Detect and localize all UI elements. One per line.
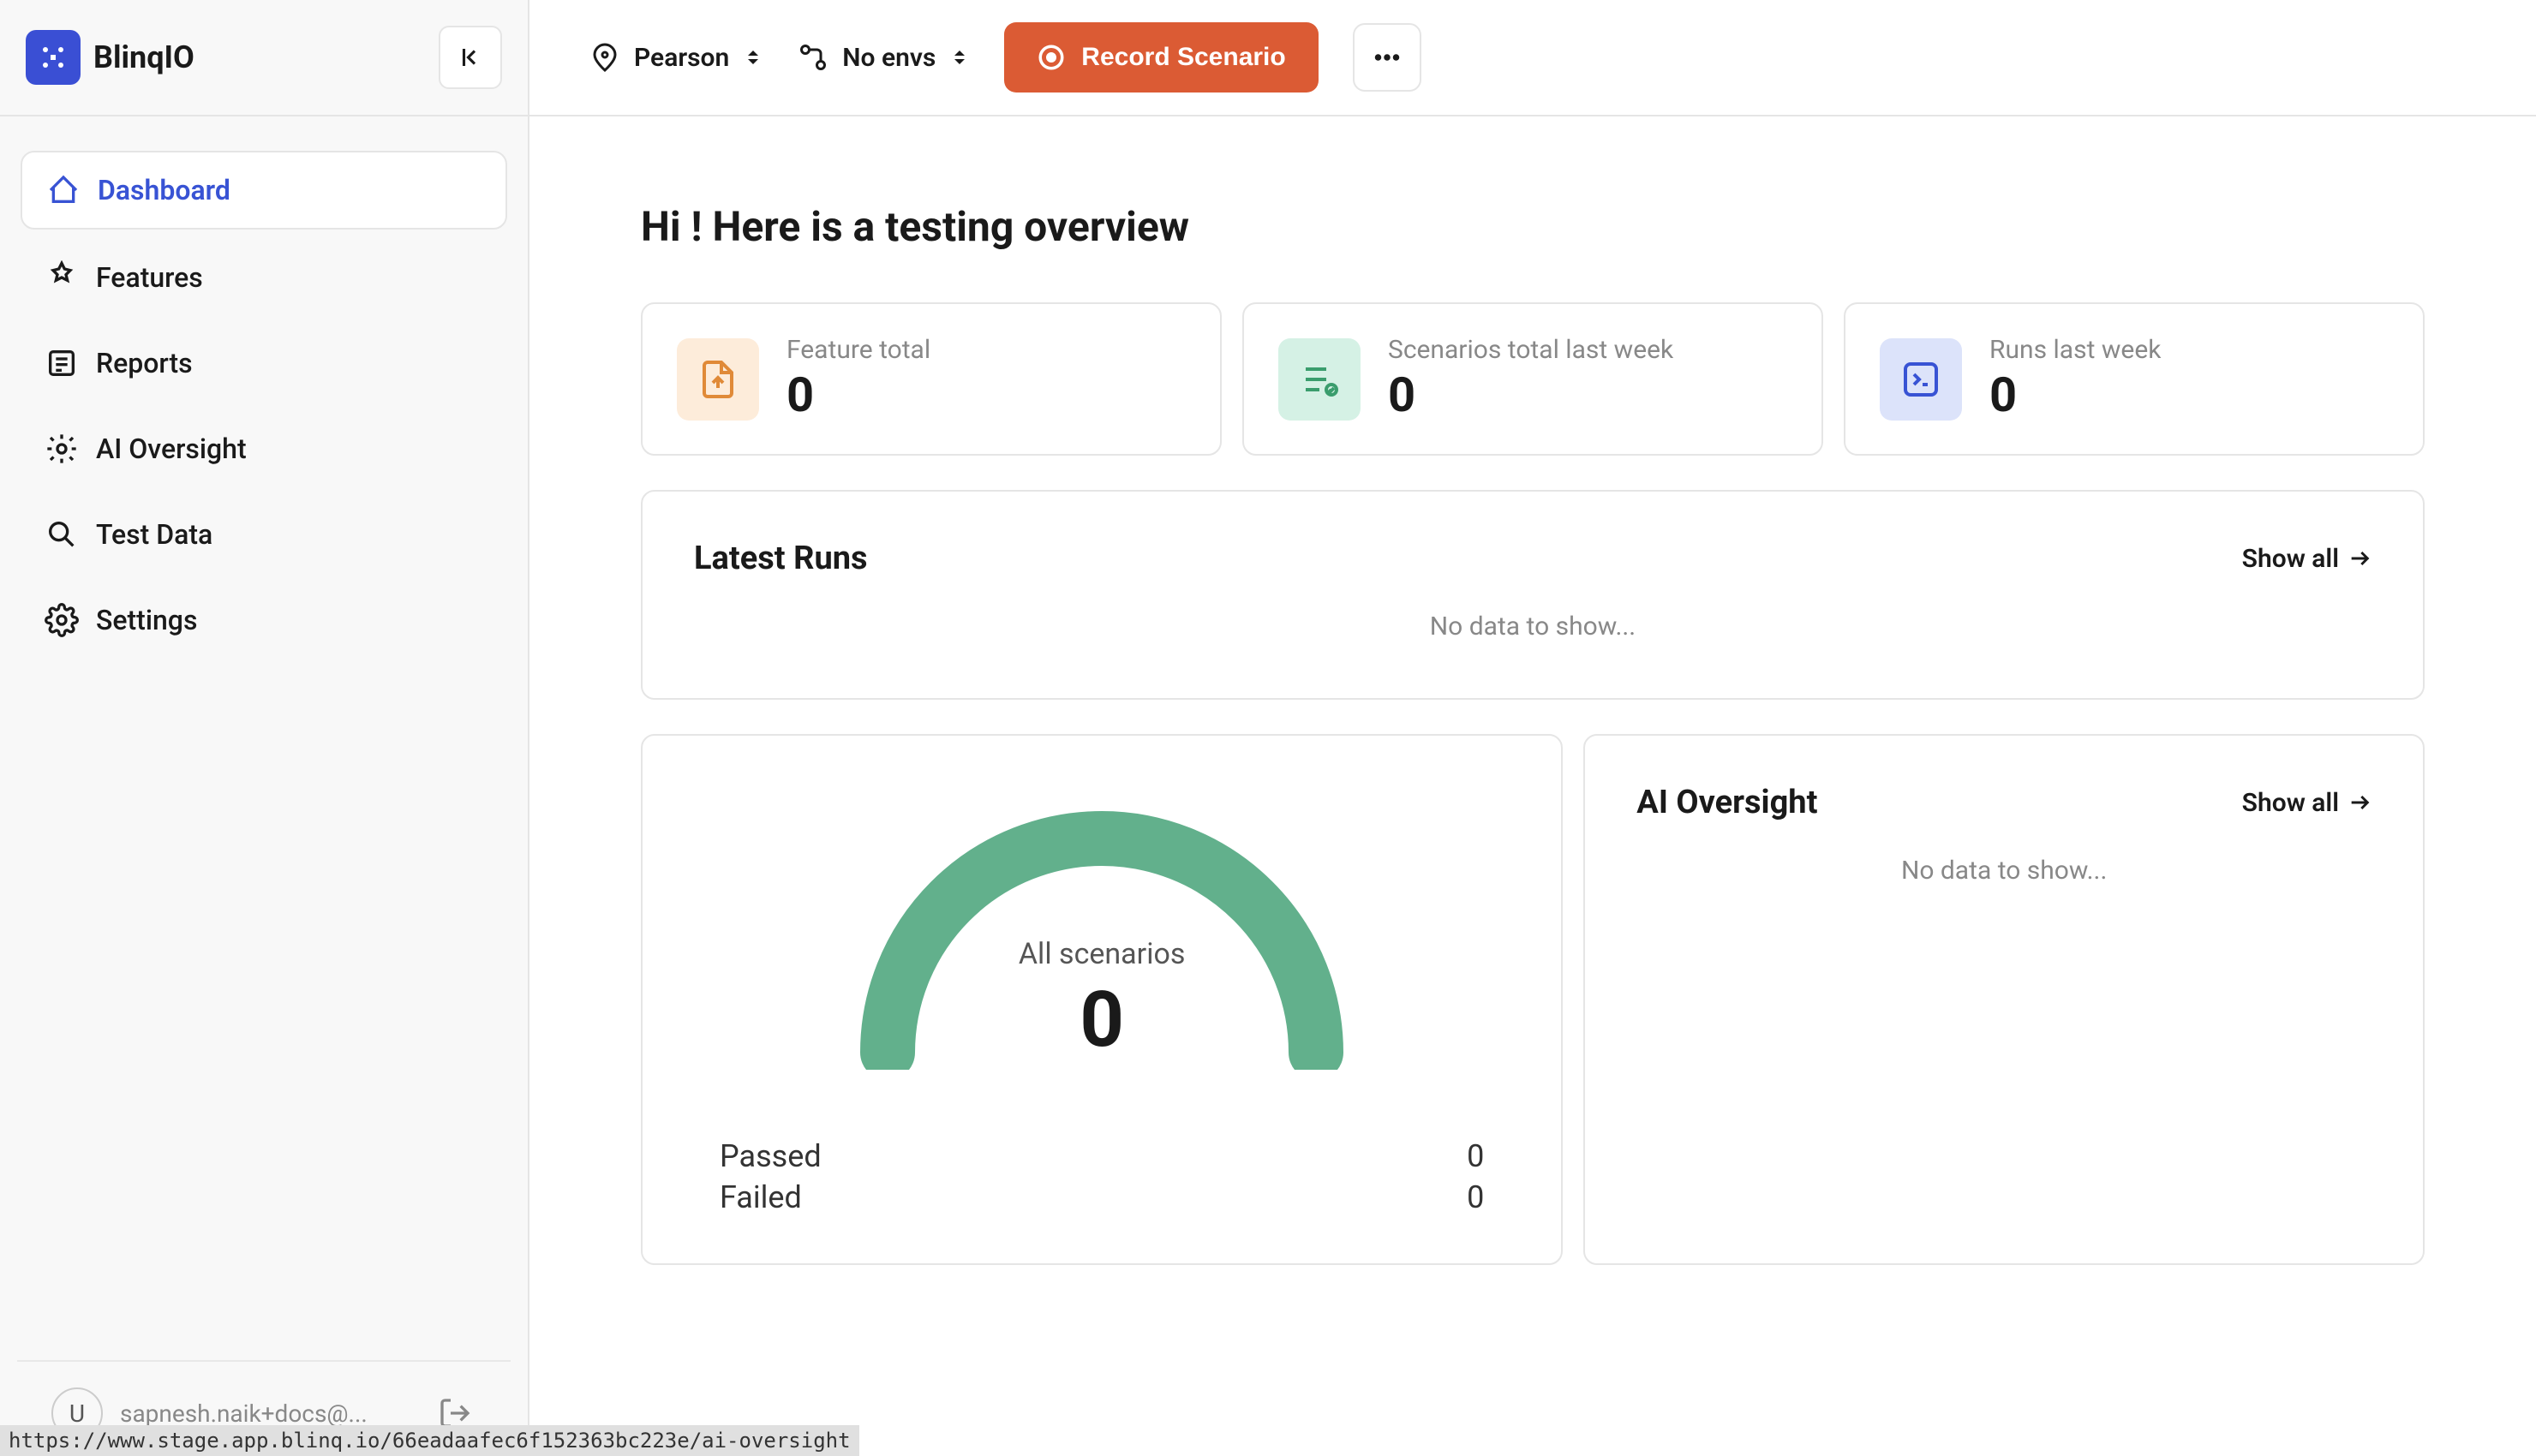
status-bar-url: https://www.stage.app.blinq.io/66eadaafe… — [0, 1425, 859, 1456]
sidebar-item-label: Settings — [96, 604, 197, 636]
ai-oversight-panel: AI Oversight Show all No data to show... — [1583, 734, 2425, 1265]
show-all-label: Show all — [2242, 544, 2339, 574]
home-icon — [46, 173, 81, 207]
sidebar-item-label: Reports — [96, 347, 193, 379]
stat-card-feature-total: Feature total 0 — [641, 302, 1222, 456]
stat-card-scenarios-week: Scenarios total last week 0 — [1242, 302, 1823, 456]
stat-label: Feature total — [787, 335, 930, 365]
project-selector[interactable]: Pearson — [589, 33, 763, 81]
more-dots-icon — [1372, 42, 1403, 73]
collapse-sidebar-button[interactable] — [439, 26, 502, 89]
latest-runs-empty: No data to show... — [694, 603, 2372, 650]
page-title: Hi ! Here is a testing overview — [641, 202, 2425, 251]
sidebar-item-test-data[interactable]: Test Data — [21, 497, 507, 572]
scenarios-icon — [1278, 338, 1361, 421]
brand: BlinqIO — [26, 30, 194, 85]
stat-value: 0 — [787, 367, 930, 423]
sidebar-item-settings[interactable]: Settings — [21, 582, 507, 658]
sidebar-item-features[interactable]: Features — [21, 240, 507, 315]
sidebar: BlinqIO Dashboard Features Reports AI Ov… — [0, 0, 529, 1456]
sidebar-item-label: AI Oversight — [96, 433, 247, 465]
expand-icon — [743, 47, 763, 68]
gauge-passed-row: Passed 0 — [720, 1138, 1484, 1174]
record-scenario-button[interactable]: Record Scenario — [1004, 22, 1318, 92]
expand-icon — [949, 47, 970, 68]
feature-icon — [677, 338, 759, 421]
sidebar-header: BlinqIO — [0, 0, 528, 116]
test-data-icon — [45, 517, 79, 552]
stat-value: 0 — [1388, 367, 1673, 423]
more-options-button[interactable] — [1353, 23, 1421, 92]
panel-header: AI Oversight Show all — [1636, 784, 2372, 821]
sidebar-item-label: Test Data — [96, 518, 212, 551]
topbar: Pearson No envs Record Scenario — [529, 0, 2536, 116]
show-all-runs-link[interactable]: Show all — [2242, 544, 2372, 574]
arrow-right-icon — [2348, 791, 2372, 815]
user-email: sapnesh.naik+docs@... — [120, 1399, 416, 1428]
panel-title: AI Oversight — [1636, 784, 1817, 821]
scenarios-gauge-panel: All scenarios 0 Passed 0 Failed 0 — [641, 734, 1563, 1265]
env-selector[interactable]: No envs — [798, 33, 970, 81]
features-icon — [45, 260, 79, 295]
stats-row: Feature total 0 Scenarios total last wee… — [641, 302, 2425, 456]
gauge-chart: All scenarios 0 — [703, 779, 1501, 1070]
gauge-value: 0 — [1019, 975, 1186, 1065]
ai-oversight-empty: No data to show... — [1636, 847, 2372, 894]
brand-name: BlinqIO — [93, 39, 194, 75]
bottom-row: All scenarios 0 Passed 0 Failed 0 — [641, 734, 2425, 1265]
show-all-label: Show all — [2242, 788, 2339, 818]
env-icon — [798, 42, 828, 73]
gauge-passed-label: Passed — [720, 1138, 822, 1174]
stat-label: Scenarios total last week — [1388, 335, 1673, 365]
project-selector-label: Pearson — [634, 43, 729, 73]
gauge-failed-label: Failed — [720, 1179, 802, 1215]
sidebar-item-reports[interactable]: Reports — [21, 325, 507, 401]
project-icon — [589, 42, 620, 73]
show-all-ai-link[interactable]: Show all — [2242, 788, 2372, 818]
runs-icon — [1880, 338, 1962, 421]
gauge-label: All scenarios — [1019, 937, 1186, 971]
sidebar-item-dashboard[interactable]: Dashboard — [21, 151, 507, 230]
arrow-right-icon — [2348, 546, 2372, 570]
env-selector-label: No envs — [842, 43, 936, 73]
gauge-stats: Passed 0 Failed 0 — [703, 1138, 1501, 1215]
dashboard-content: Hi ! Here is a testing overview Feature … — [529, 116, 2536, 1456]
sidebar-item-ai-oversight[interactable]: AI Oversight — [21, 411, 507, 486]
brand-logo-icon — [26, 30, 81, 85]
main-content: Pearson No envs Record Scenario Hi ! Her… — [529, 0, 2536, 1456]
ai-oversight-icon — [45, 432, 79, 466]
sidebar-item-label: Dashboard — [98, 174, 230, 206]
gauge-failed-value: 0 — [1467, 1179, 1484, 1215]
collapse-icon — [458, 45, 483, 70]
gauge-passed-value: 0 — [1467, 1138, 1484, 1174]
record-button-label: Record Scenario — [1081, 43, 1285, 72]
gauge-failed-row: Failed 0 — [720, 1179, 1484, 1215]
panel-title: Latest Runs — [694, 540, 868, 577]
stat-card-runs-week: Runs last week 0 — [1844, 302, 2425, 456]
reports-icon — [45, 346, 79, 380]
panel-header: Latest Runs Show all — [694, 540, 2372, 577]
latest-runs-panel: Latest Runs Show all No data to show... — [641, 490, 2425, 700]
stat-value: 0 — [1989, 367, 2161, 423]
gear-icon — [45, 603, 79, 637]
sidebar-nav: Dashboard Features Reports AI Oversight … — [0, 116, 528, 1360]
record-icon — [1037, 43, 1066, 72]
stat-label: Runs last week — [1989, 335, 2161, 365]
sidebar-item-label: Features — [96, 261, 203, 294]
